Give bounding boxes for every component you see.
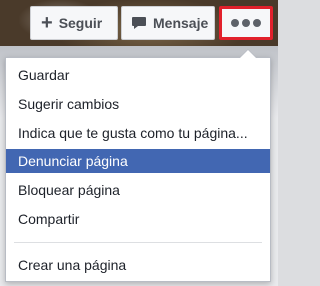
menu-divider: [14, 242, 262, 243]
menu-item-label: Denunciar página: [18, 153, 128, 169]
menu-item-label: Indica que te gusta como tu página...: [18, 125, 248, 141]
menu-item-crear-pagina[interactable]: Crear una página: [6, 253, 270, 277]
menu-item-label: Sugerir cambios: [18, 96, 120, 112]
message-bubble-icon: [132, 17, 146, 29]
more-dots-icon: [231, 19, 261, 27]
menu-item-label: Guardar: [18, 67, 70, 83]
menu-item-guardar[interactable]: Guardar: [6, 63, 270, 87]
menu-item-compartir[interactable]: Compartir: [6, 207, 270, 231]
menu-item-label: Compartir: [18, 211, 80, 227]
plus-icon: +: [41, 12, 53, 34]
menu-item-label: Bloquear página: [18, 182, 120, 198]
menu-item-label: Crear una página: [18, 257, 127, 273]
menu-caret: [239, 49, 257, 58]
more-options-button[interactable]: [219, 6, 273, 40]
menu-item-bloquear-pagina[interactable]: Bloquear página: [6, 178, 270, 202]
follow-label: Seguir: [58, 15, 103, 31]
follow-button[interactable]: + Seguir: [30, 6, 118, 40]
message-label: Mensaje: [153, 15, 209, 31]
menu-item-sugerir-cambios[interactable]: Sugerir cambios: [6, 92, 270, 116]
more-options-menu: Guardar Sugerir cambios Indica que te gu…: [5, 49, 271, 282]
menu-item-denunciar-pagina[interactable]: Denunciar página: [6, 149, 270, 173]
message-button[interactable]: Mensaje: [121, 6, 215, 40]
menu-item-like-as-page[interactable]: Indica que te gusta como tu página...: [6, 121, 270, 145]
